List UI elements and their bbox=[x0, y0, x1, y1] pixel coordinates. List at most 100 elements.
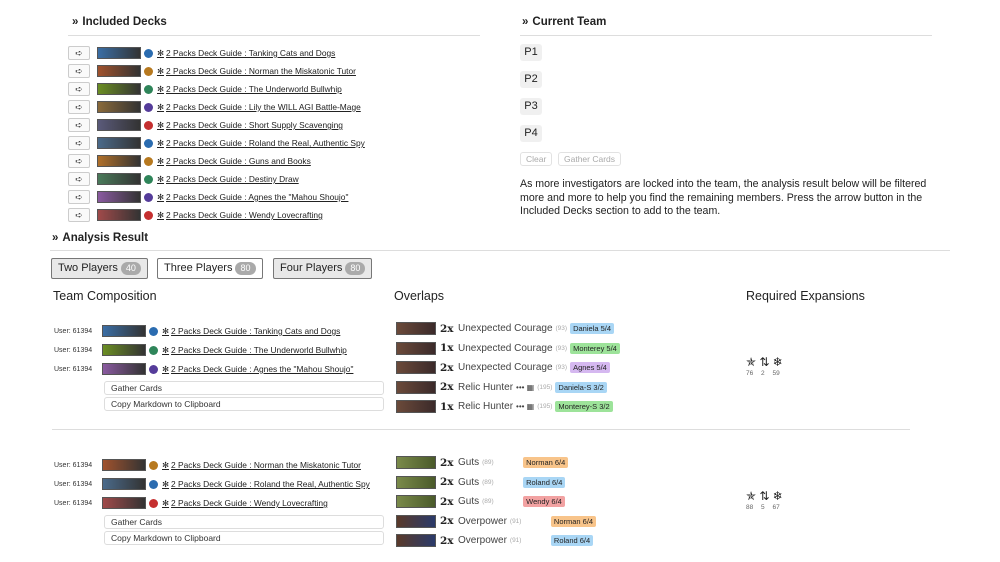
deck-link[interactable]: ✻ 2 Packs Deck Guide : Roland the Real, A… bbox=[157, 138, 365, 148]
copy-markdown-button[interactable]: Copy Markdown to Clipboard bbox=[104, 531, 384, 545]
card-thumbnail bbox=[396, 380, 436, 394]
count-badge: 40 bbox=[120, 262, 141, 275]
user-label: User: 61394 bbox=[54, 365, 93, 373]
class-icon bbox=[144, 84, 153, 94]
user-label: User: 61394 bbox=[54, 499, 93, 507]
gather-cards-button[interactable]: Gather Cards bbox=[558, 152, 622, 166]
user-label: User: 61394 bbox=[54, 327, 93, 335]
card-name: Relic Hunter bbox=[458, 401, 514, 412]
tab-four-players[interactable]: Four Players 80 bbox=[273, 258, 373, 279]
deck-link[interactable]: ✻ 2 Packs Deck Guide : Wendy Lovecrafting bbox=[162, 498, 328, 508]
tab-two-players[interactable]: Two Players 40 bbox=[51, 258, 148, 279]
clear-button[interactable]: Clear bbox=[520, 152, 553, 166]
deck-link[interactable]: ✻ 2 Packs Deck Guide : Lily the WILL AGI … bbox=[157, 102, 361, 112]
deck-link[interactable]: ✻ 2 Packs Deck Guide : Wendy Lovecrafting bbox=[157, 210, 323, 220]
deck-link[interactable]: ✻ 2 Packs Deck Guide : Short Supply Scave… bbox=[157, 120, 343, 130]
card-quantity: 2x bbox=[440, 515, 454, 527]
overlaps-heading: Overlaps bbox=[394, 289, 445, 303]
deck-row: ➪ ✻ 2 Packs Deck Guide : Tanking Cats and … bbox=[68, 44, 488, 62]
star-icon: ✻ bbox=[157, 192, 165, 202]
class-icon bbox=[149, 498, 158, 508]
class-icon bbox=[144, 138, 153, 148]
copy-markdown-button[interactable]: Copy Markdown to Clipboard bbox=[104, 397, 384, 411]
deck-link[interactable]: ✻ 2 Packs Deck Guide : The Underworld Bul… bbox=[162, 345, 347, 355]
deck-link[interactable]: ✻ 2 Packs Deck Guide : Agnes the "Mahou S… bbox=[162, 364, 353, 374]
class-icon bbox=[144, 48, 153, 58]
card-quantity: 1x bbox=[440, 400, 454, 413]
deck-link[interactable]: ✻ 2 Packs Deck Guide : Norman the Miskato… bbox=[157, 66, 356, 76]
team-slot-p3[interactable]: P3 bbox=[520, 98, 542, 115]
class-icon bbox=[149, 326, 158, 336]
card-quantity: 2x bbox=[440, 534, 454, 547]
deck-link[interactable]: ✻ 2 Packs Deck Guide : Roland the Real, A… bbox=[162, 479, 370, 489]
team-slot-p2[interactable]: P2 bbox=[520, 71, 542, 88]
card-name: Unexpected Courage bbox=[458, 342, 553, 354]
investigator-badge: Agnes 5/4 bbox=[570, 362, 610, 373]
card-name: Guts bbox=[458, 476, 480, 488]
count-badge: 80 bbox=[345, 262, 366, 275]
double-chevron-icon: » bbox=[52, 232, 59, 244]
card-quantity: 2x bbox=[440, 476, 454, 488]
investigator-thumbnail bbox=[97, 137, 141, 149]
add-to-team-button[interactable]: ➪ bbox=[68, 46, 90, 60]
card-name: Relic Hunter bbox=[458, 381, 514, 393]
gather-cards-button[interactable]: Gather Cards bbox=[104, 515, 384, 529]
card-number: (93) bbox=[555, 325, 568, 332]
add-to-team-button[interactable]: ➪ bbox=[68, 172, 90, 186]
card-thumbnail bbox=[396, 495, 436, 508]
expansion-counts: 88 5 67 bbox=[746, 504, 780, 511]
class-icon bbox=[144, 66, 153, 76]
deck-link[interactable]: ✻ 2 Packs Deck Guide : Tanking Cats and D… bbox=[162, 326, 340, 336]
add-to-team-button[interactable]: ➪ bbox=[68, 82, 90, 96]
expansion-icons: ✯ ⇅ ❄ bbox=[746, 489, 783, 503]
tab-three-players[interactable]: Three Players 80 bbox=[157, 258, 263, 279]
deck-link[interactable]: ✻ 2 Packs Deck Guide : Guns and Books bbox=[157, 156, 311, 166]
add-to-team-button[interactable]: ➪ bbox=[68, 154, 90, 168]
deck-row: ➪ ✻ 2 Packs Deck Guide : Agnes the "Mahou … bbox=[68, 188, 488, 206]
investigator-thumbnail bbox=[102, 497, 146, 509]
add-to-team-button[interactable]: ➪ bbox=[68, 208, 90, 222]
star-icon: ✻ bbox=[162, 345, 170, 355]
deck-link[interactable]: ✻ 2 Packs Deck Guide : The Underworld Bul… bbox=[157, 84, 342, 94]
star-icon: ✻ bbox=[162, 460, 170, 470]
divider bbox=[520, 35, 932, 36]
add-to-team-button[interactable]: ➪ bbox=[68, 100, 90, 114]
card-thumbnail bbox=[396, 534, 436, 547]
add-to-team-button[interactable]: ➪ bbox=[68, 190, 90, 204]
deck-title: 2 Packs Deck Guide : The Underworld Bull… bbox=[166, 84, 342, 94]
deck-title: 2 Packs Deck Guide : Tanking Cats and Do… bbox=[171, 326, 341, 336]
card-quantity: 1x bbox=[440, 342, 454, 354]
star-icon: ✻ bbox=[157, 48, 165, 58]
investigator-thumbnail bbox=[97, 47, 141, 59]
card-icons: ••• ▦ bbox=[516, 402, 535, 411]
card-name: Guts bbox=[458, 496, 480, 507]
card-number: (93) bbox=[555, 364, 568, 371]
gather-cards-button[interactable]: Gather Cards bbox=[104, 381, 384, 395]
team-slot-p4[interactable]: P4 bbox=[520, 125, 542, 142]
star-icon: ✻ bbox=[162, 498, 170, 508]
card-quantity: 2x bbox=[440, 361, 454, 374]
investigator-thumbnail bbox=[97, 83, 141, 95]
deck-title: 2 Packs Deck Guide : Norman the Miskaton… bbox=[166, 66, 356, 76]
star-icon: ✻ bbox=[157, 174, 165, 184]
deck-title: 2 Packs Deck Guide : Wendy Lovecrafting bbox=[166, 210, 323, 220]
add-to-team-button[interactable]: ➪ bbox=[68, 64, 90, 78]
overlap-row: 2x Relic Hunter ••• ▦ (195) Daniela-S 3/2 bbox=[396, 379, 686, 396]
investigator-thumbnail bbox=[97, 101, 141, 113]
deck-link[interactable]: ✻ 2 Packs Deck Guide : Norman the Miskato… bbox=[162, 460, 361, 470]
add-to-team-button[interactable]: ➪ bbox=[68, 136, 90, 150]
included-decks-heading: » Included Decks bbox=[72, 16, 167, 28]
card-name: Unexpected Courage bbox=[458, 362, 553, 373]
investigator-badge: Roland 6/4 bbox=[550, 535, 594, 546]
star-icon: ✻ bbox=[162, 479, 170, 489]
investigator-thumbnail bbox=[97, 155, 141, 167]
deck-title: 2 Packs Deck Guide : Destiny Draw bbox=[166, 174, 299, 184]
class-icon bbox=[144, 192, 153, 202]
deck-link[interactable]: ✻ 2 Packs Deck Guide : Destiny Draw bbox=[157, 174, 299, 184]
deck-link[interactable]: ✻ 2 Packs Deck Guide : Agnes the "Mahou S… bbox=[157, 192, 348, 202]
deck-link[interactable]: ✻ 2 Packs Deck Guide : Tanking Cats and D… bbox=[157, 48, 335, 58]
overlap-row: 1x Relic Hunter ••• ▦ (195) Monterey-S 3/2 bbox=[396, 398, 686, 415]
deck-title: 2 Packs Deck Guide : Agnes the "Mahou Sh… bbox=[166, 192, 349, 202]
add-to-team-button[interactable]: ➪ bbox=[68, 118, 90, 132]
team-slot-p1[interactable]: P1 bbox=[520, 44, 542, 61]
